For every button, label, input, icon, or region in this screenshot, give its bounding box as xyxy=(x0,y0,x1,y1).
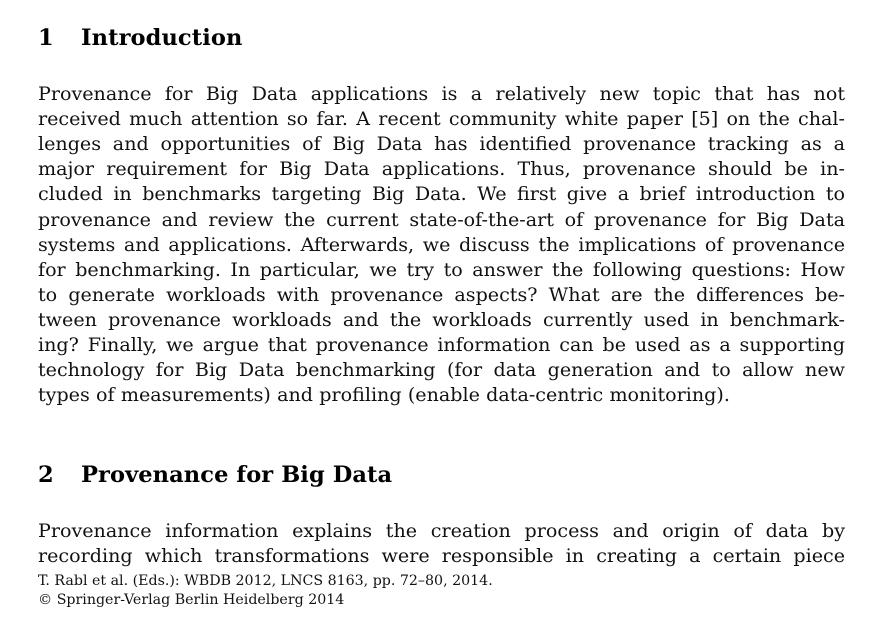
text-line: types of measurements) and profiling (en… xyxy=(38,383,730,407)
section-heading-2: 2 Provenance for Big Data xyxy=(38,464,392,487)
footnote-copyright-line: © Springer-Verlag Berlin Heidelberg 2014 xyxy=(38,591,638,610)
footnote-block: T. Rabl et al. (Eds.): WBDB 2012, LNCS 8… xyxy=(38,572,638,609)
text-line: for benchmarking. In particular, we try … xyxy=(38,257,845,281)
section-heading-1: 1 Introduction xyxy=(38,27,242,50)
section-title-1: Introduction xyxy=(81,25,243,52)
text-line: cluded in benchmarks targeting Big Data.… xyxy=(38,182,845,206)
text-line: tween provenance workloads and the workl… xyxy=(38,307,845,331)
text-line: received much attention so far. A recent… xyxy=(38,107,845,131)
text-line: ing? Finally, we argue that provenance i… xyxy=(38,333,845,357)
section-number-1: 1 xyxy=(38,25,54,52)
paragraph-provenance: Provenance information explains the crea… xyxy=(38,518,845,568)
copyright-icon: © xyxy=(38,591,53,608)
text-line: provenance and review the current state-… xyxy=(38,207,845,231)
section-number-2: 2 xyxy=(38,462,54,489)
text-line: technology for Big Data benchmarking (fo… xyxy=(38,358,845,382)
footnote-publisher-text: Springer-Verlag Berlin Heidelberg 2014 xyxy=(56,591,345,608)
section-title-2: Provenance for Big Data xyxy=(81,462,393,489)
footnote-citation-line: T. Rabl et al. (Eds.): WBDB 2012, LNCS 8… xyxy=(38,573,493,589)
document-page: 1 Introduction Provenance for Big Data ap… xyxy=(0,0,879,642)
text-line: Provenance for Big Data applications is … xyxy=(38,82,845,106)
text-line: to generate workloads with provenance as… xyxy=(38,282,845,306)
text-line: Provenance information explains the crea… xyxy=(38,519,845,543)
text-line: recording which transformations were res… xyxy=(38,544,845,568)
text-line: systems and applications. Afterwards, we… xyxy=(38,232,845,256)
paragraph-introduction: Provenance for Big Data applications is … xyxy=(38,81,845,407)
text-line: lenges and opportunities of Big Data has… xyxy=(38,132,845,156)
text-line: major requirement for Big Data applicati… xyxy=(38,157,845,181)
